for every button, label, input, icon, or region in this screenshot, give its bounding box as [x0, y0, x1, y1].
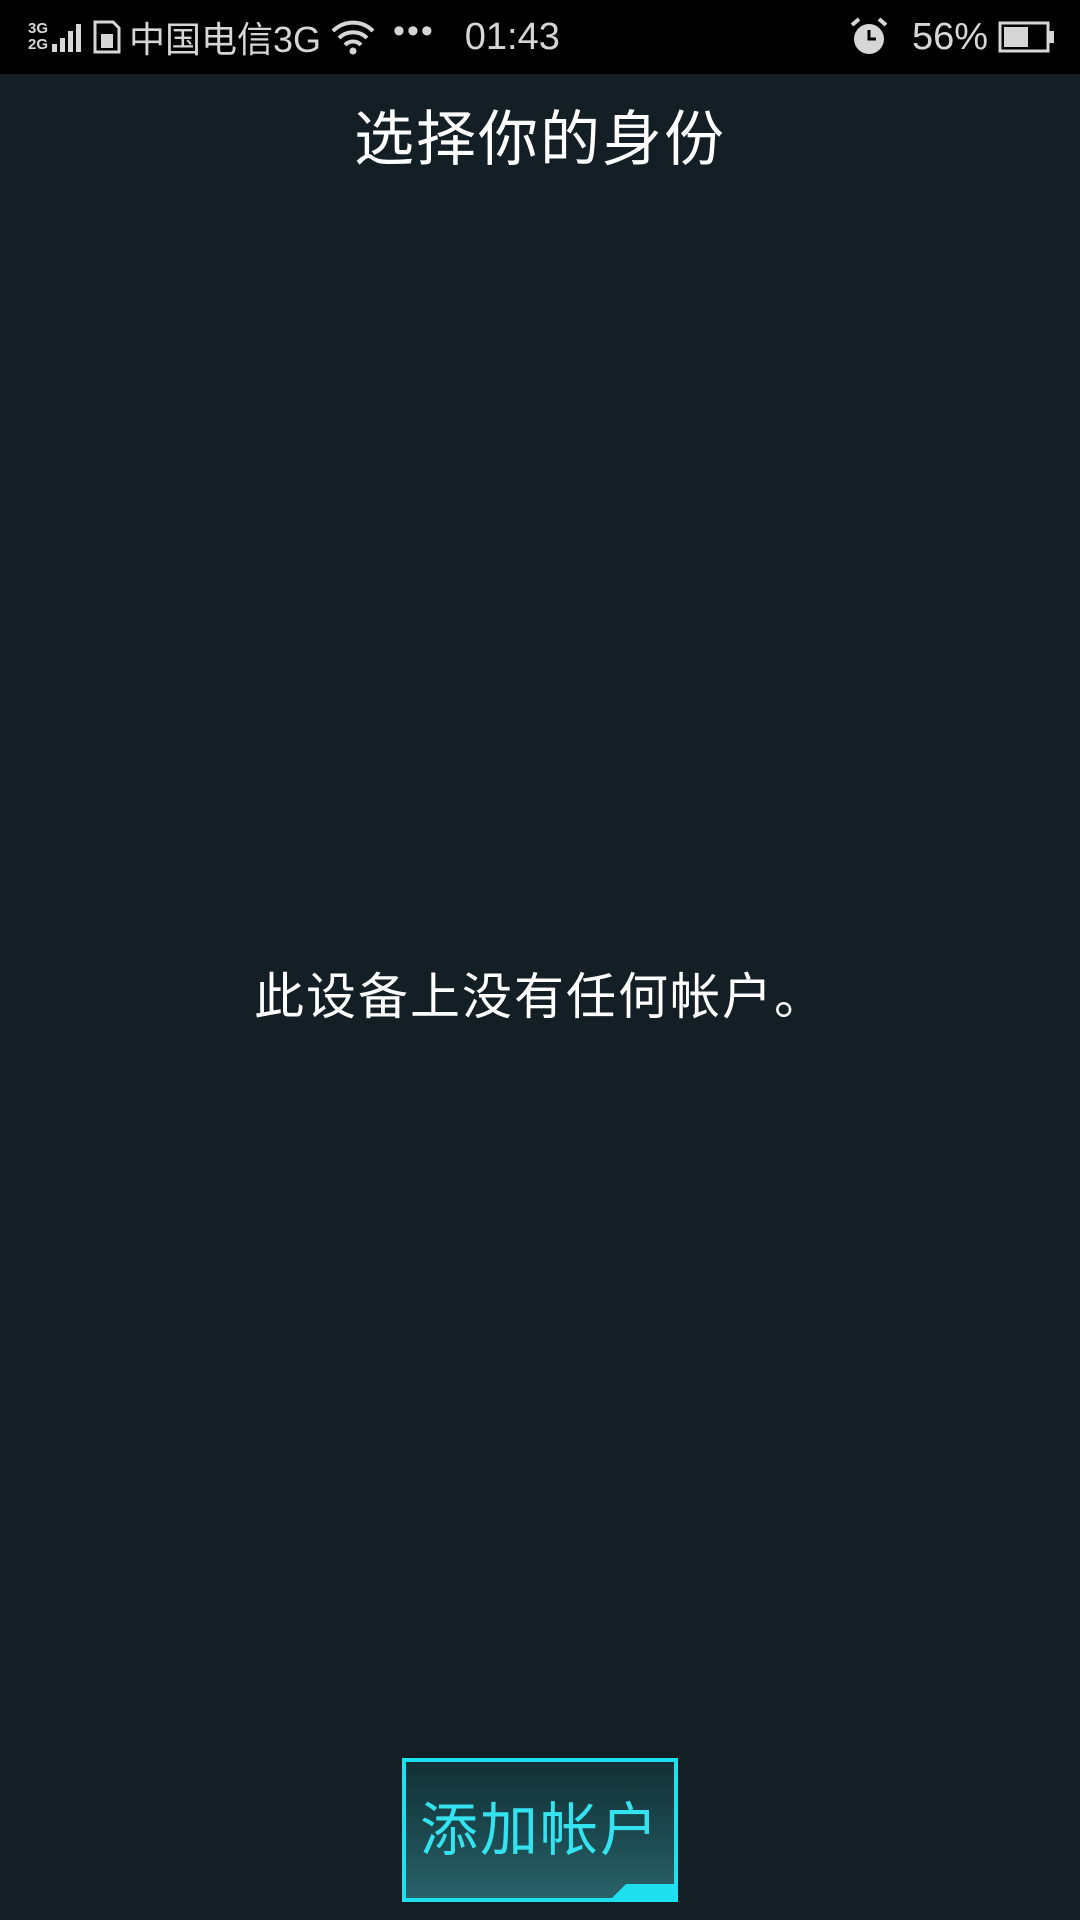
empty-state-message: 此设备上没有任何帐户。: [254, 968, 826, 1026]
add-account-label: 添加帐户: [419, 1796, 660, 1864]
status-bar-right: 56%: [848, 0, 1056, 74]
status-bar-left: 3G 2G 中国电信3G ••• 01:43: [28, 0, 560, 74]
sim-icon: [93, 20, 121, 54]
carrier-name: 中国电信3G: [129, 19, 322, 60]
alarm-icon: [850, 17, 888, 54]
network-type-bottom: 2G: [28, 36, 49, 53]
battery-icon: [998, 21, 1054, 53]
battery-percent: 56%: [911, 15, 988, 58]
corner-accent-icon: [608, 1884, 678, 1902]
clock: 01:43: [464, 15, 560, 58]
network-type-top: 3G: [28, 20, 49, 37]
status-bar: 3G 2G 中国电信3G ••• 01:43 56%: [0, 0, 1080, 74]
wifi-icon: [331, 20, 375, 55]
page-title: 选择你的身份: [354, 105, 726, 175]
signal-icon: [52, 22, 82, 52]
more-icon: •••: [393, 12, 435, 50]
network-type: 3G 2G: [28, 21, 48, 53]
add-account-button[interactable]: 添加帐户: [402, 1758, 678, 1902]
